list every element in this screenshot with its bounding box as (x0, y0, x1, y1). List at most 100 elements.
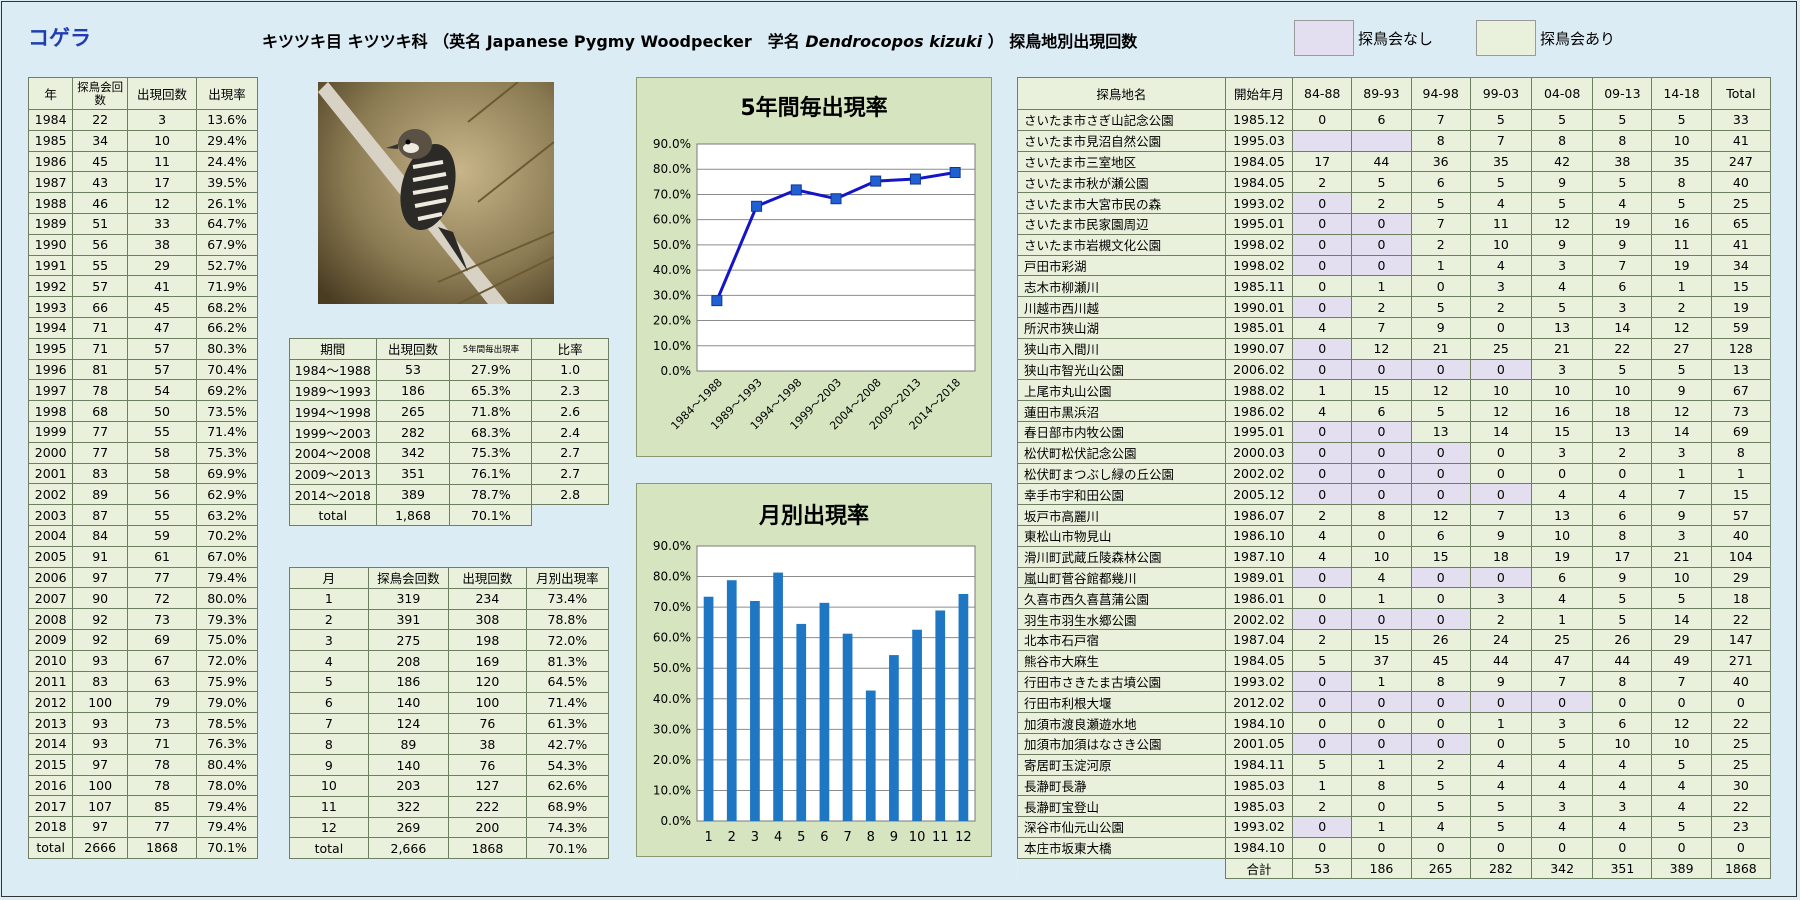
site-count: 0 (1351, 795, 1412, 818)
site-count: 5 (1351, 171, 1412, 194)
column-header: 探鳥会回数 (367, 567, 450, 589)
site-count: 104 (1710, 545, 1772, 568)
site-count: 13 (1531, 316, 1594, 339)
site-row: 加須市渡良瀬遊水地 1984.10 0 0 0 1 3 6 12 22 (1017, 712, 1772, 734)
site-name: さいたま市岩槻文化公園 (1017, 233, 1226, 256)
site-count: 25 (1710, 732, 1772, 755)
table-row: 2012 100 79 79.0% (27, 691, 258, 714)
table-cell: 2016 (27, 774, 74, 797)
table-cell: 97 (72, 566, 128, 589)
site-count: 3 (1651, 524, 1712, 547)
bar (819, 602, 830, 821)
table-cell: 2010 (27, 649, 74, 672)
site-count: 0 (1410, 836, 1471, 859)
site-count: 0 (1410, 358, 1471, 381)
column-header: 出現回数 (448, 567, 527, 589)
table-cell: 308 (448, 608, 527, 631)
site-count: 0 (1469, 462, 1533, 485)
table-cell: 27.9% (449, 358, 533, 381)
site-count: 0 (1292, 691, 1353, 714)
site-count (1351, 129, 1412, 152)
site-count: 0 (1292, 836, 1353, 859)
site-row: 所沢市狭山湖 1985.01 4 7 9 0 13 14 12 59 (1017, 316, 1772, 339)
site-count: 0 (1410, 441, 1471, 464)
table-cell: 64.5% (525, 670, 610, 693)
site-count: 10 (1651, 566, 1712, 589)
y-tick-label: 0.0% (661, 364, 692, 378)
site-name: 松伏町松伏記念公園 (1017, 441, 1226, 464)
site-count: 0 (1592, 836, 1653, 859)
table-cell: 58 (126, 441, 198, 464)
site-start-date: 1986.10 (1224, 524, 1294, 547)
table-cell: 10 (126, 129, 198, 152)
table-cell: 78.0% (196, 774, 258, 797)
site-name: さいたま市大宮市民の森 (1017, 192, 1226, 214)
x-tick-label: 7 (843, 830, 851, 845)
site-count: 67 (1710, 379, 1772, 402)
site-count: 0 (1292, 233, 1353, 256)
table-row: 1995 71 57 80.3% (27, 337, 258, 360)
site-row: 本庄市坂東大橋 1984.10 0 0 0 0 0 0 0 0 (1017, 836, 1772, 859)
site-count: 5 (1592, 608, 1653, 630)
site-count: 73 (1710, 400, 1772, 422)
y-tick-label: 80.0% (653, 570, 691, 584)
table-row: 1989～1993 186 65.3% 2.3 (289, 379, 609, 402)
period-chart-panel: 5年間毎出現率 0.0% 10.0% 20.0% 30.0% 40.0% 50.0% 60.… (636, 77, 992, 457)
site-count: 1 (1351, 670, 1412, 693)
table-cell: 75.9% (196, 670, 258, 693)
site-count: 2 (1292, 171, 1353, 194)
site-count: 5 (1410, 774, 1471, 797)
table-cell: 1990 (27, 233, 74, 256)
site-row: 蓮田市黒浜沼 1986.02 4 6 5 12 16 18 12 73 (1017, 400, 1772, 422)
site-count: 38 (1592, 150, 1653, 173)
table-cell: 2011 (27, 670, 74, 693)
site-count: 4 (1469, 192, 1533, 214)
heading-part2: ） 探鳥地別出現回数 (982, 32, 1138, 51)
table-cell: 51 (72, 212, 128, 235)
column-header: 探鳥会回数 (72, 77, 128, 110)
site-start-date: 1995.01 (1224, 212, 1294, 235)
table-cell: 78 (126, 753, 198, 776)
site-start-date: 2005.12 (1224, 483, 1294, 506)
table-cell: 80.0% (196, 587, 258, 610)
site-count: 2 (1292, 795, 1353, 818)
site-start-date: 2001.05 (1224, 732, 1294, 755)
table-cell: 17 (126, 171, 198, 194)
table-cell: 83 (72, 670, 128, 693)
site-count: 5 (1531, 296, 1594, 318)
site-count: 4 (1531, 587, 1594, 610)
table-row: 1991 55 29 52.7% (27, 254, 258, 277)
table-cell: 76 (448, 754, 527, 776)
table-cell: 342 (375, 441, 451, 464)
table-cell: 1989 (27, 212, 74, 235)
site-count: 6 (1351, 109, 1412, 131)
site-count: 10 (1469, 379, 1533, 402)
site-count: 5 (1292, 753, 1353, 776)
table-cell: 2,666 (367, 837, 450, 860)
x-tick-label: 10 (909, 830, 926, 845)
site-count: 6 (1351, 400, 1412, 422)
table-cell: 84 (72, 524, 128, 547)
table-cell: 1868 (448, 837, 527, 860)
table-cell: 3 (289, 629, 369, 652)
table-cell: total (289, 837, 369, 860)
site-count: 13 (1531, 504, 1594, 526)
site-name: 川越市西川越 (1017, 296, 1226, 318)
site-count: 6 (1592, 712, 1653, 734)
site-count: 22 (1592, 337, 1653, 360)
column-header: 月別出現率 (525, 567, 610, 589)
site-name: 寄居町玉淀河原 (1017, 753, 1226, 776)
table-cell: 70.1% (196, 836, 258, 859)
table-cell: 63.2% (196, 504, 258, 526)
legend-yes-swatch (1476, 20, 1536, 56)
y-tick-label: 90.0% (653, 539, 691, 553)
table-cell: 234 (448, 587, 527, 610)
column-header: 94-98 (1410, 77, 1471, 110)
table-cell: 45 (72, 150, 128, 173)
site-count: 40 (1710, 524, 1772, 547)
table-cell: 61 (126, 545, 198, 568)
table-cell: 80.3% (196, 337, 258, 360)
table-cell: total (27, 836, 74, 859)
site-count: 17 (1592, 545, 1653, 568)
site-start-date: 1989.01 (1224, 566, 1294, 589)
